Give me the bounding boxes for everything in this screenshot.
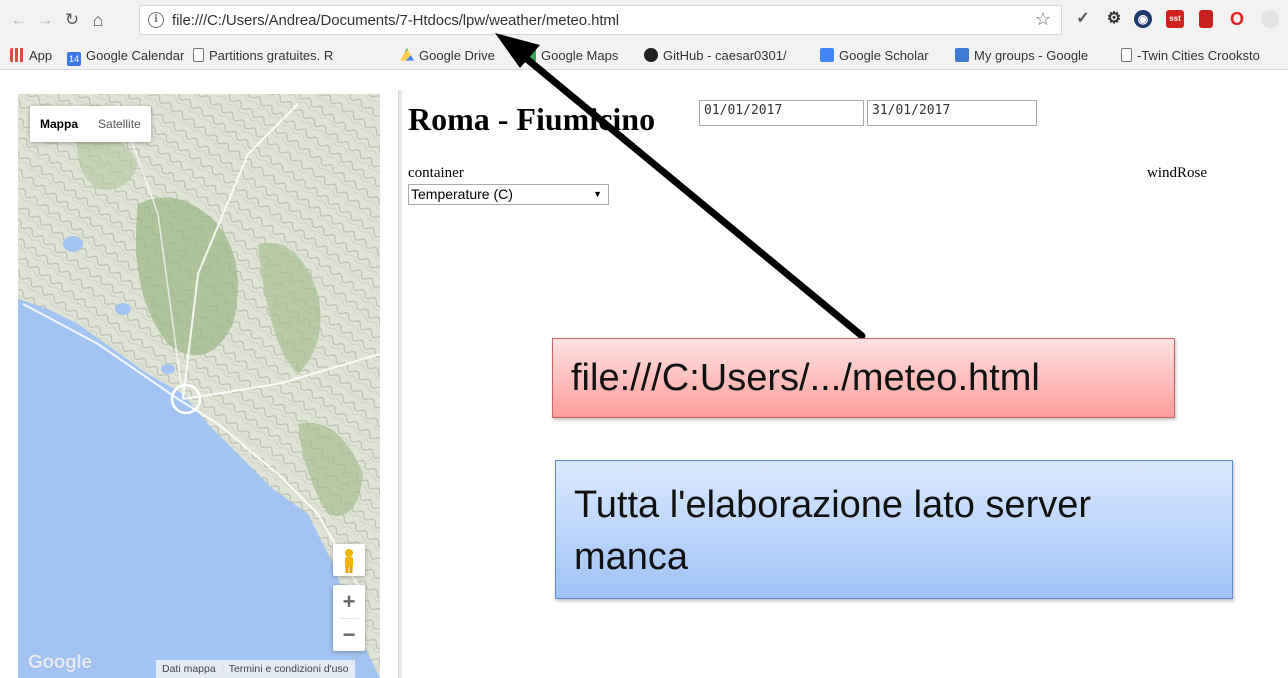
bookmark-star-icon[interactable]: ☆	[1035, 9, 1051, 30]
bookmark-google-calendar[interactable]: 14 Google Calendar	[67, 48, 184, 66]
home-icon[interactable]: ⌂	[87, 9, 109, 31]
map-terrain	[18, 94, 380, 678]
bookmark-twin-cities[interactable]: -Twin Cities Crooksto	[1121, 48, 1260, 63]
bookmark-google-maps[interactable]: Google Maps	[522, 48, 618, 63]
forward-icon[interactable]: →	[34, 9, 56, 31]
terms-link[interactable]: Termini e condizioni d'uso	[221, 663, 355, 675]
zoom-control: + −	[333, 585, 365, 651]
info-icon[interactable]: i	[148, 12, 164, 28]
bookmark-google-drive[interactable]: Google Drive	[400, 48, 495, 63]
pegman-icon	[345, 549, 353, 573]
map-type-satellite-button[interactable]: Satellite	[88, 106, 151, 142]
browser-toolbar: ← → ↻ ⌂ i file:///C:/Users/Andrea/Docume…	[0, 0, 1288, 40]
pegman-button[interactable]	[333, 544, 365, 576]
bookmark-apps[interactable]: App	[10, 48, 52, 63]
maps-icon	[522, 48, 536, 62]
calendar-icon: 14	[67, 52, 81, 66]
bookmarks-bar: App 14 Google Calendar Partitions gratuit…	[0, 40, 1288, 70]
map-type-control: Mappa Satellite	[30, 106, 151, 142]
github-icon	[644, 48, 658, 62]
metric-select[interactable]: Temperature (C) ▼	[408, 184, 609, 205]
chevron-down-icon: ▼	[593, 189, 602, 199]
zoom-in-button[interactable]: +	[333, 585, 365, 618]
bookmark-partitions[interactable]: Partitions gratuites. R	[193, 48, 333, 63]
metric-select-value: Temperature (C)	[411, 186, 513, 202]
address-url[interactable]: file:///C:/Users/Andrea/Documents/7-Htdo…	[172, 12, 619, 29]
map-attribution: Dati mappa Termini e condizioni d'uso	[156, 660, 355, 678]
gear-extension-icon[interactable]: ⚙	[1105, 10, 1123, 28]
reload-icon[interactable]: ↻	[61, 9, 83, 31]
back-icon[interactable]: ←	[8, 9, 30, 31]
server-callout: Tutta l'elaborazione lato server manca	[555, 460, 1233, 599]
groups-icon	[955, 48, 969, 62]
map-data-link[interactable]: Dati mappa	[156, 663, 222, 675]
sst-extension-icon[interactable]: sst	[1166, 10, 1184, 28]
zoom-out-button[interactable]: −	[333, 618, 365, 651]
google-logo: Google	[28, 652, 92, 673]
scholar-icon	[820, 48, 834, 62]
url-callout: file:///C:Users/.../meteo.html	[552, 338, 1175, 418]
drive-icon	[400, 48, 414, 61]
profile-icon[interactable]	[1261, 10, 1279, 28]
address-bar[interactable]: i file:///C:/Users/Andrea/Documents/7-Ht…	[139, 5, 1062, 35]
date-to-input[interactable]: 31/01/2017	[867, 100, 1037, 126]
bookmark-my-groups[interactable]: My groups - Google	[955, 48, 1088, 63]
panel-divider	[398, 90, 402, 678]
globe-extension-icon[interactable]: ◉	[1134, 10, 1152, 28]
opera-extension-icon[interactable]: O	[1228, 10, 1246, 28]
date-from-input[interactable]: 01/01/2017	[699, 100, 864, 126]
container-label: container	[408, 165, 464, 181]
bookmark-google-scholar[interactable]: Google Scholar	[820, 48, 929, 63]
map-view[interactable]: Mappa Satellite + − Google Dati mappa Ter…	[18, 94, 380, 678]
book-extension-icon[interactable]	[1199, 10, 1213, 28]
broom-extension-icon[interactable]: ✓	[1074, 10, 1092, 28]
bookmark-github[interactable]: GitHub - caesar0301/	[644, 48, 787, 63]
page-icon	[193, 48, 204, 62]
page-icon	[1121, 48, 1132, 62]
apps-grid-icon	[10, 48, 24, 62]
page-title: Roma - Fiumicino	[408, 101, 656, 137]
windrose-label: windRose	[1147, 165, 1207, 181]
map-type-mappa-button[interactable]: Mappa	[30, 106, 88, 142]
